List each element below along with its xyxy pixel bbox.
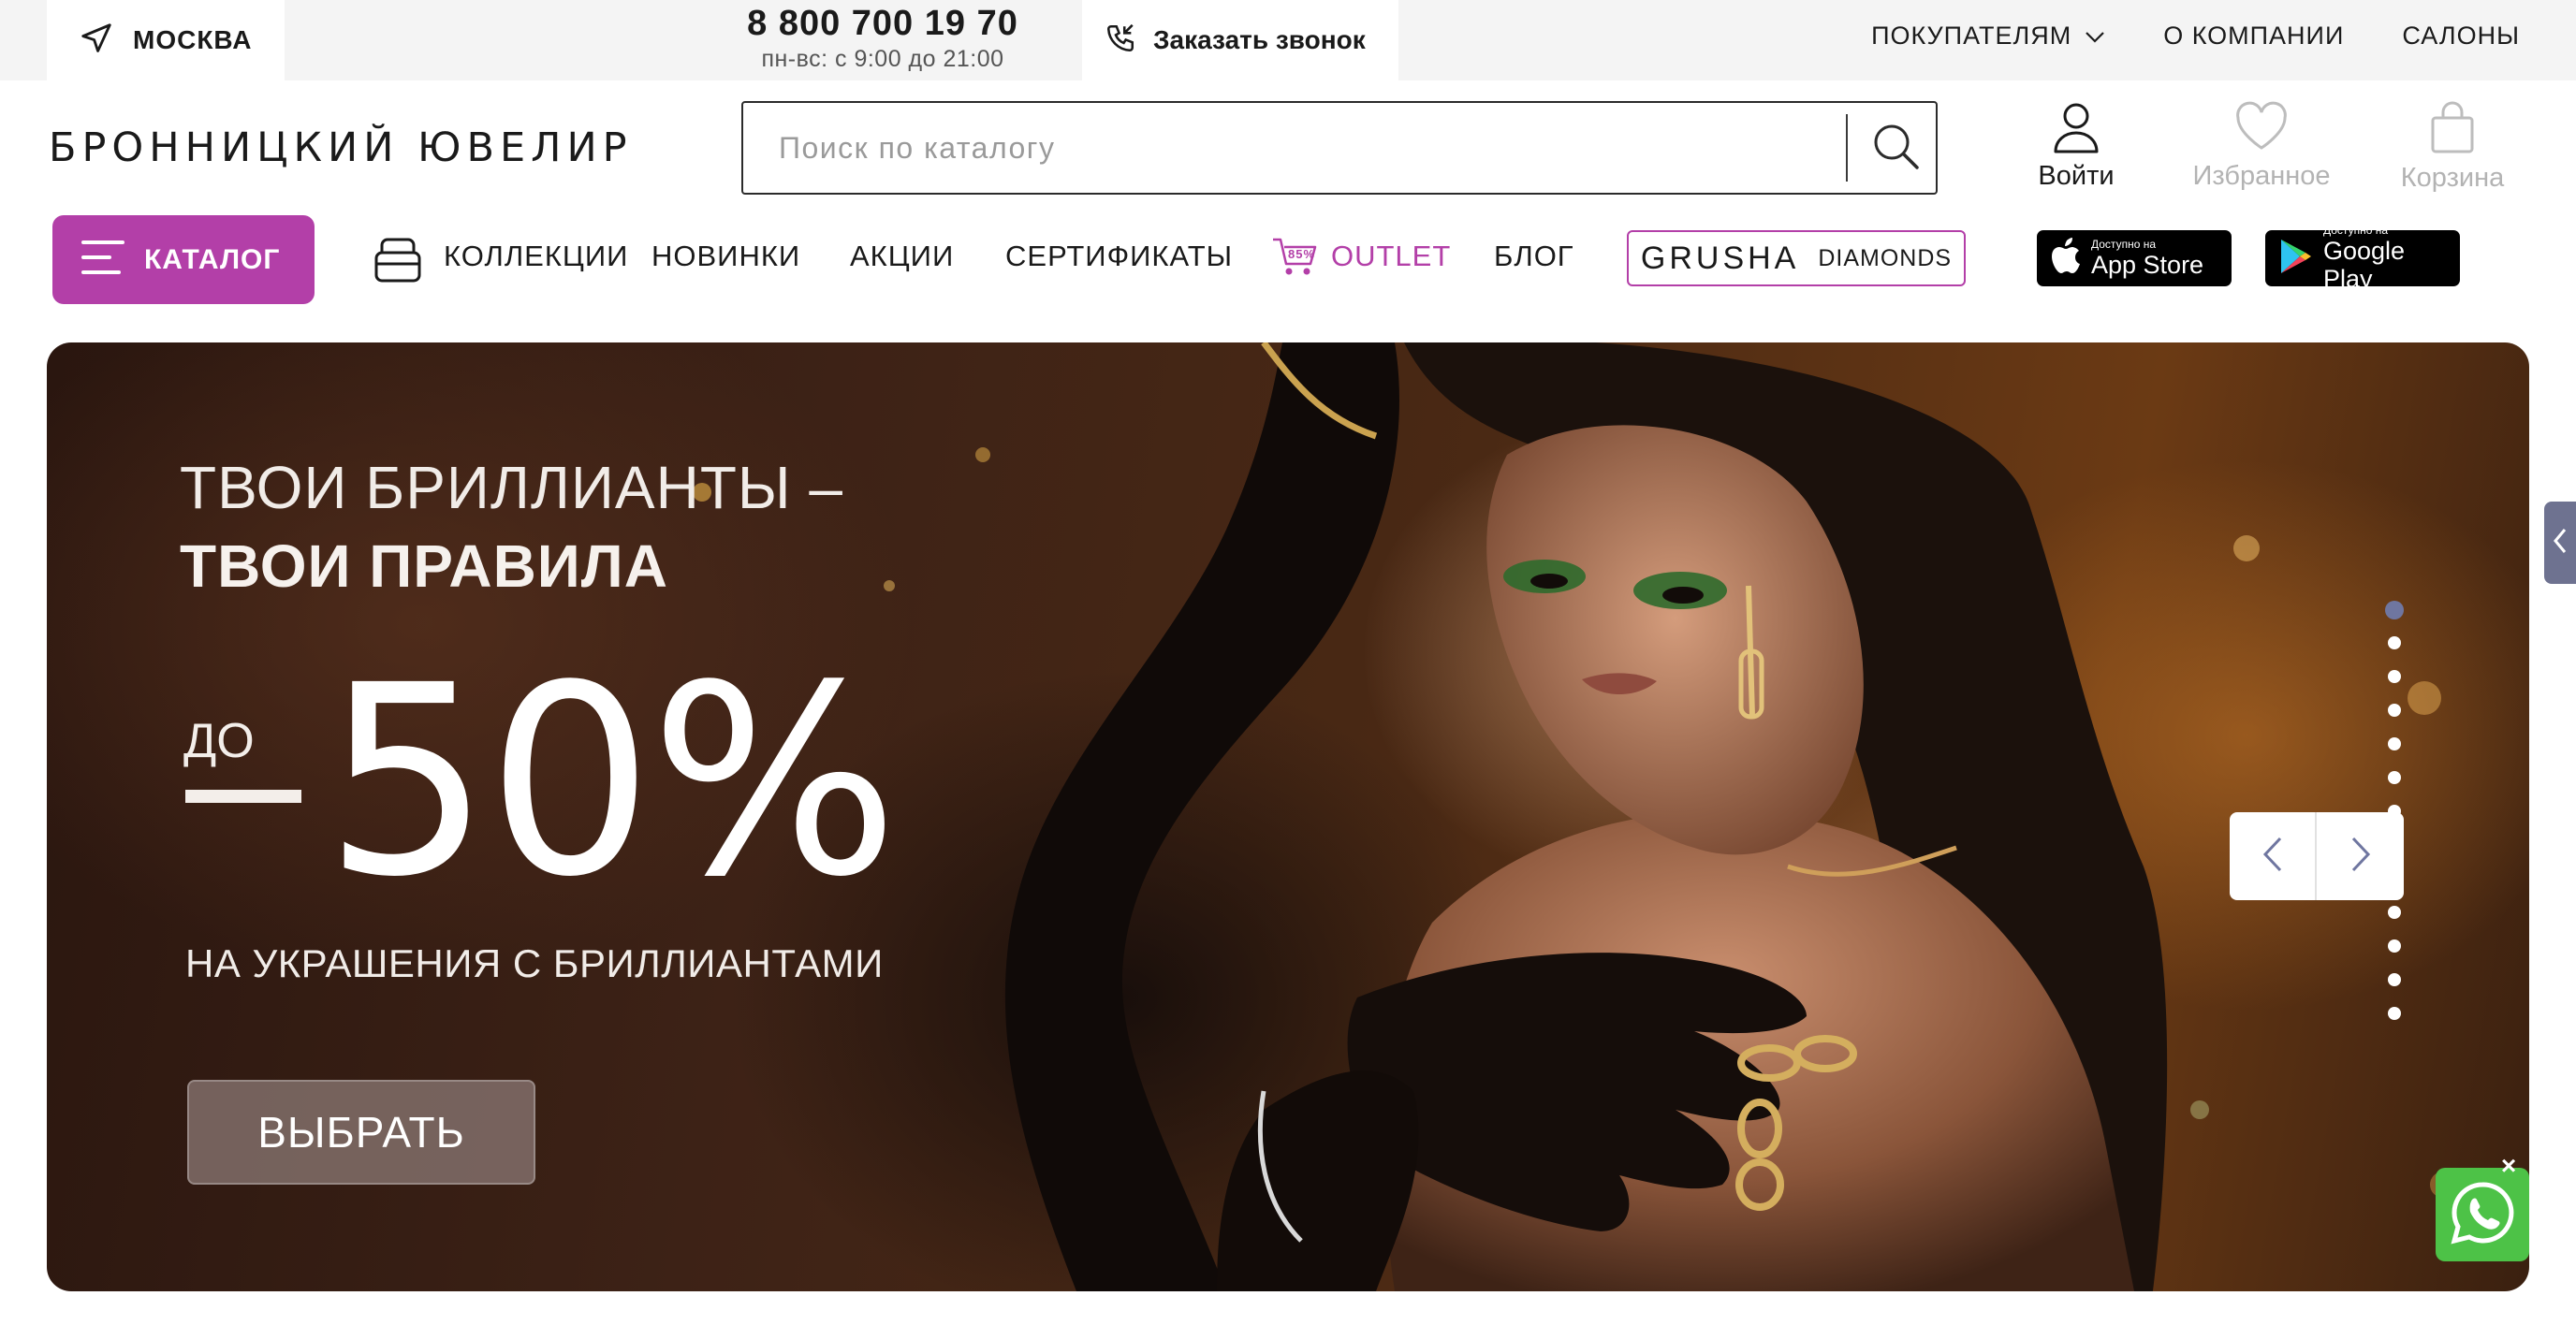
hero-discount: 50% <box>324 630 899 935</box>
slider-dot[interactable] <box>2385 601 2404 619</box>
hero-minus-sign <box>185 790 301 803</box>
top-nav-salons[interactable]: САЛОНЫ <box>2402 22 2520 51</box>
hero-headline-1: ТВОИ БРИЛЛИАНТЫ – <box>180 454 843 521</box>
whatsapp-icon <box>2449 1179 2516 1251</box>
city-selector[interactable]: МОСКВА <box>47 0 285 80</box>
grusha-label: GRUSHA <box>1640 240 1800 276</box>
phone-call-icon <box>1105 22 1136 59</box>
nav-promos[interactable]: АКЦИИ <box>850 240 954 273</box>
top-nav: ПОКУПАТЕЛЯМ О КОМПАНИИ САЛОНЫ <box>1871 0 2520 71</box>
hero-prefix: ДО <box>183 714 255 768</box>
nav-blog[interactable]: БЛОГ <box>1494 240 1574 273</box>
nav-new[interactable]: НОВИНКИ <box>651 240 800 273</box>
login-button[interactable]: Войти <box>2001 101 2151 200</box>
close-icon[interactable]: × <box>2496 1151 2522 1180</box>
phone-number[interactable]: 8 800 700 19 70 <box>721 4 1045 44</box>
collections-icon <box>373 232 423 292</box>
grusha-diamonds-link[interactable]: GRUSHA DIAMONDS <box>1627 230 1966 286</box>
top-utility-bar: МОСКВА 8 800 700 19 70 пн-вс: с 9:00 до … <box>0 0 2576 80</box>
top-nav-about[interactable]: О КОМПАНИИ <box>2163 22 2344 51</box>
google-play-badge[interactable]: Доступно на Google Play <box>2265 224 2460 293</box>
whatsapp-button[interactable] <box>2436 1168 2529 1261</box>
phone-block: 8 800 700 19 70 пн-вс: с 9:00 до 21:00 <box>721 0 1045 80</box>
diamonds-label: DIAMONDS <box>1818 244 1953 271</box>
search-icon <box>1869 120 1922 177</box>
cart-button[interactable]: Корзина <box>2389 101 2516 200</box>
outlet-cart-icon: 85% <box>1271 236 1318 286</box>
hero-banner[interactable]: ТВОИ БРИЛЛИАНТЫ – ТВОИ ПРАВИЛА ДО 50% НА… <box>47 342 2529 1291</box>
callback-label: Заказать звонок <box>1153 25 1366 54</box>
slider-next-button[interactable] <box>2317 812 2404 900</box>
google-play-icon <box>2278 238 2314 280</box>
chevron-right-icon <box>2350 837 2371 877</box>
search-divider <box>1846 114 1848 182</box>
app-store-small: Доступно на <box>2091 238 2156 251</box>
slider-dot[interactable] <box>2388 973 2401 986</box>
slider-dot[interactable] <box>2388 906 2401 919</box>
city-label: МОСКВА <box>133 25 253 54</box>
nav-outlet[interactable]: OUTLET <box>1331 240 1451 273</box>
chevron-left-icon <box>2552 527 2569 560</box>
login-label: Войти <box>2038 161 2115 191</box>
slider-dot[interactable] <box>2388 636 2401 649</box>
slider-dot[interactable] <box>2388 1007 2401 1020</box>
slider-dot[interactable] <box>2388 939 2401 953</box>
hero-choose-button[interactable]: ВЫБРАТЬ <box>187 1080 535 1185</box>
hero-subtitle: НА УКРАШЕНИЯ С БРИЛЛИАНТАМИ <box>185 941 884 985</box>
outlet-badge: 85% <box>1288 247 1315 261</box>
top-nav-customers[interactable]: ПОКУПАТЕЛЯМ <box>1871 22 2105 51</box>
menu-icon <box>80 237 125 283</box>
catalog-button[interactable]: КАТАЛОГ <box>52 215 315 304</box>
google-play-big: Google Play <box>2323 237 2406 293</box>
slider-dot[interactable] <box>2388 670 2401 683</box>
cart-label: Корзина <box>2400 163 2505 193</box>
site-logo[interactable]: БРОННИЦКИЙ ЮВЕЛИР <box>49 124 633 171</box>
slider-dot[interactable] <box>2388 771 2401 784</box>
app-store-badge[interactable]: Доступно на App Store <box>2037 230 2232 286</box>
shopping-bag-icon <box>2389 101 2516 155</box>
callback-button[interactable]: Заказать звонок <box>1082 0 1398 80</box>
google-play-small: Доступно на <box>2323 224 2388 237</box>
search-input[interactable] <box>779 103 1808 193</box>
favorites-button[interactable]: Избранное <box>2185 101 2338 200</box>
catalog-label: КАТАЛОГ <box>144 243 281 275</box>
user-icon <box>2001 101 2151 153</box>
top-nav-customers-label: ПОКУПАТЕЛЯМ <box>1871 21 2072 50</box>
slider-dot[interactable] <box>2388 704 2401 717</box>
chevron-down-icon <box>2085 22 2105 51</box>
search-button[interactable] <box>1863 114 1928 182</box>
working-hours: пн-вс: с 9:00 до 21:00 <box>761 46 1004 72</box>
location-arrow-icon <box>79 21 114 61</box>
slider-dot[interactable] <box>2388 737 2401 750</box>
nav-collections[interactable]: КОЛЛЕКЦИИ <box>444 240 628 273</box>
hero-headline-2: ТВОИ ПРАВИЛА <box>180 532 668 600</box>
nav-certificates[interactable]: СЕРТИФИКАТЫ <box>1005 240 1233 273</box>
side-panel-toggle[interactable] <box>2544 502 2576 584</box>
slider-prev-button[interactable] <box>2230 812 2317 900</box>
slider-controls <box>2230 812 2404 900</box>
apple-icon <box>2050 237 2082 280</box>
chevron-left-icon <box>2262 837 2283 877</box>
app-store-big: App Store <box>2091 251 2204 279</box>
favorites-label: Избранное <box>2192 161 2331 191</box>
search-box <box>741 101 1938 195</box>
heart-icon <box>2185 101 2338 153</box>
